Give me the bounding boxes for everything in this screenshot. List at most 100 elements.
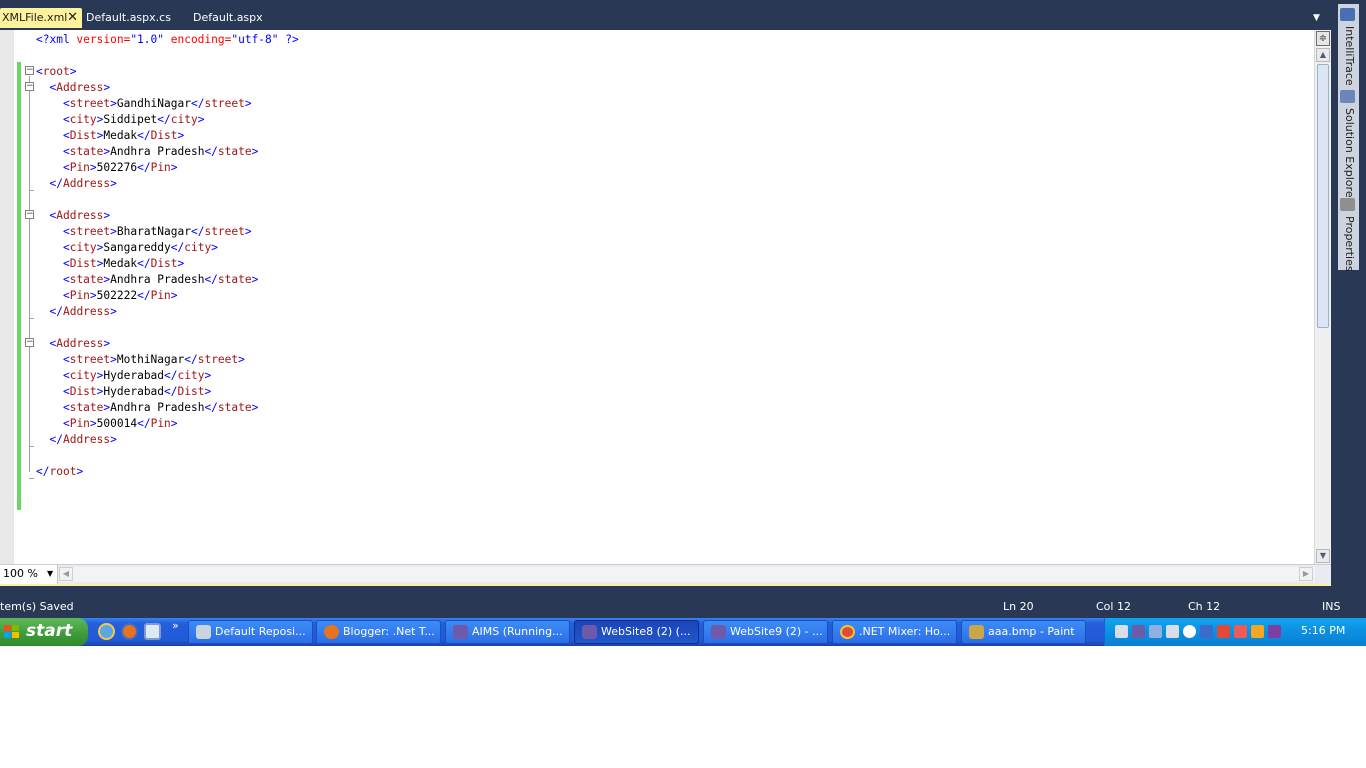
visual-studio-icon[interactable] — [1132, 625, 1145, 638]
tab-default-aspx-cs[interactable]: Default.aspx.cs — [86, 8, 186, 28]
status-line: Ln 20 — [1003, 600, 1034, 613]
security-icon[interactable] — [1251, 625, 1264, 638]
xml-tag-name: root — [42, 65, 70, 78]
chevron-down-icon: ▼ — [47, 569, 54, 578]
taskbar-button-paint[interactable]: aaa.bmp - Paint — [961, 620, 1086, 644]
desktop-icon[interactable] — [144, 623, 161, 640]
xml-tag-name: root — [49, 465, 77, 478]
xml-value-state: Andhra Pradesh — [110, 401, 205, 414]
xml-value-city: Hyderabad — [103, 369, 165, 382]
xml-value-dist: Medak — [103, 257, 138, 270]
status-bar: tem(s) Saved Ln 20 Col 12 Ch 12 INS — [0, 597, 1366, 617]
status-column: Col 12 — [1096, 600, 1131, 613]
xml-address-open: <Address> — [49, 209, 111, 222]
messenger-icon[interactable] — [1183, 625, 1196, 638]
xml-address-open: <Address> — [49, 337, 111, 350]
horizontal-scrollbar[interactable]: ◀ ▶ — [59, 567, 1315, 582]
taskbar-button-aims[interactable]: AIMS (Running... — [445, 620, 570, 644]
editor-bottom-bar: 100 % ▼ ◀ ▶ — [0, 564, 1331, 584]
xml-field-state: <state>Andhra Pradesh</state> — [62, 145, 259, 158]
xml-address-close: </Address> — [49, 433, 117, 446]
xml-value-city: Sangareddy — [103, 241, 171, 254]
outline-guide — [29, 76, 30, 472]
dock-tab-properties[interactable]: Properties — [1340, 198, 1358, 272]
xml-value-dist: Hyderabad — [103, 385, 165, 398]
monitor-icon[interactable] — [1149, 625, 1162, 638]
xml-field-city: <city>Siddipet</city> — [62, 113, 205, 126]
xml-field-street: <street>BharatNagar</street> — [62, 225, 252, 238]
start-button[interactable]: start — [0, 618, 88, 646]
taskbar-button-website9[interactable]: WebSite9 (2) - ... — [703, 620, 828, 644]
zoom-value: 100 % — [3, 567, 38, 580]
visual-studio-window: XMLFile.xml ✕ Default.aspx.cs Default.as… — [0, 0, 1366, 618]
xml-field-street: <street>MothiNagar</street> — [62, 353, 245, 366]
tab-label: Default.aspx — [193, 11, 263, 24]
xml-decl-open: <?xml — [36, 33, 77, 46]
desktop: XMLFile.xml ✕ Default.aspx.cs Default.as… — [0, 0, 1366, 768]
chevron-down-icon[interactable]: ▼ — [1313, 13, 1320, 23]
taskbar-button-blogger[interactable]: Blogger: .Net T... — [316, 620, 441, 644]
taskbar-button-label: AIMS (Running... — [472, 625, 563, 638]
collapse-root-icon[interactable]: − — [25, 66, 34, 75]
xml-field-street: <street>GandhiNagar</street> — [62, 97, 252, 110]
side-dock: IntelliTrace Solution Explorer Propertie… — [1338, 4, 1359, 272]
dock-tab-intellitrace[interactable]: IntelliTrace — [1340, 8, 1358, 88]
scroll-left-icon[interactable]: ◀ — [59, 567, 73, 581]
xml-decl-value: "1.0" — [130, 33, 164, 46]
xml-decl-value: "utf-8" — [231, 33, 279, 46]
dock-tab-solution-explorer[interactable]: Solution Explorer — [1340, 90, 1358, 202]
xml-value-state: Andhra Pradesh — [110, 273, 205, 286]
volume-icon[interactable] — [1217, 625, 1230, 638]
scroll-right-icon[interactable]: ▶ — [1299, 567, 1313, 581]
update-icon[interactable] — [1200, 625, 1213, 638]
close-icon[interactable]: ✕ — [67, 8, 78, 28]
intellitrace-icon — [1340, 8, 1355, 21]
network-icon[interactable] — [1166, 625, 1179, 638]
taskbar-button-website8[interactable]: WebSite8 (2) (... — [574, 620, 699, 644]
properties-icon — [1340, 198, 1355, 211]
xml-field-city: <city>Hyderabad</city> — [62, 369, 212, 382]
xml-field-dist: <Dist>Hyderabad</Dist> — [62, 385, 212, 398]
network-icon[interactable] — [1115, 625, 1128, 638]
scroll-down-icon[interactable]: ▼ — [1316, 549, 1330, 563]
xml-value-pin: 500014 — [96, 417, 138, 430]
taskbar-button-label: Blogger: .Net T... — [343, 625, 435, 638]
taskbar-button-net-mixer[interactable]: .NET Mixer: Ho... — [832, 620, 957, 644]
split-handle-icon[interactable]: ≑ — [1316, 31, 1330, 46]
collapse-address-icon[interactable]: − — [25, 338, 34, 347]
tab-label: Default.aspx.cs — [86, 11, 171, 24]
xml-editor[interactable]: − − − − <?xml version="1.0" encoding="ut… — [0, 30, 1331, 586]
xml-value-pin: 502276 — [96, 161, 138, 174]
change-tracking-bar — [17, 62, 21, 510]
antivirus-icon[interactable] — [1234, 625, 1247, 638]
window-icon — [196, 625, 211, 639]
scroll-up-icon[interactable]: ▲ — [1316, 48, 1330, 62]
xml-value-pin: 502222 — [96, 289, 138, 302]
taskbar-button-default-repository[interactable]: Default Reposi... — [188, 620, 313, 644]
collapse-address-icon[interactable]: − — [25, 82, 34, 91]
tab-xmlfile[interactable]: XMLFile.xml ✕ — [0, 8, 82, 28]
taskbar-button-label: WebSite9 (2) - ... — [730, 625, 823, 638]
collapse-address-icon[interactable]: − — [25, 210, 34, 219]
outline-end — [29, 318, 34, 319]
paint-icon — [969, 625, 984, 639]
internet-explorer-icon[interactable] — [98, 623, 115, 640]
xml-field-dist: <Dist>Medak</Dist> — [62, 257, 185, 270]
vertical-scrollbar[interactable]: ≑ ▲ ▼ — [1314, 30, 1331, 564]
xml-root-close: </root> — [36, 465, 84, 478]
visual-studio-icon — [582, 625, 597, 639]
scroll-thumb[interactable] — [1317, 64, 1329, 328]
xml-field-dist: <Dist>Medak</Dist> — [62, 129, 185, 142]
xml-decl-close: ?> — [278, 33, 299, 46]
indicator-margin — [0, 30, 14, 564]
xml-field-pin: <Pin>500014</Pin> — [62, 417, 178, 430]
onenote-icon[interactable] — [1268, 625, 1281, 638]
status-insert-mode: INS — [1322, 600, 1341, 613]
firefox-icon[interactable] — [121, 623, 138, 640]
zoom-dropdown[interactable]: 100 % ▼ — [0, 565, 58, 584]
visual-studio-icon — [711, 625, 726, 639]
quick-launch-more-icon[interactable]: » — [172, 619, 179, 632]
tab-default-aspx[interactable]: Default.aspx — [193, 8, 273, 28]
system-tray: 5:16 PM — [1104, 618, 1366, 646]
dock-tab-label: Solution Explorer — [1343, 108, 1356, 203]
